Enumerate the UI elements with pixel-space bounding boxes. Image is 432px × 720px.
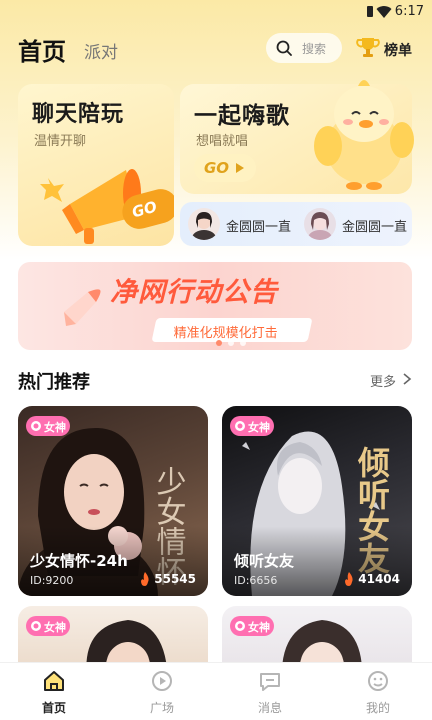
goddess-tag: 女神 xyxy=(230,616,274,636)
avatar xyxy=(304,208,336,240)
sing-go-label: GO xyxy=(204,159,230,177)
nav-messages[interactable]: 消息 xyxy=(216,663,324,720)
sing-card-subtitle: 想唱就唱 xyxy=(196,134,249,149)
more-link[interactable]: 更多 xyxy=(370,371,396,390)
chevron-right-icon[interactable] xyxy=(402,373,412,385)
live-room-name: 金圆圆一直 xyxy=(226,220,292,235)
live-room-name: 金圆圆一直 xyxy=(342,220,408,235)
goddess-tag: 女神 xyxy=(26,616,70,636)
profile-icon xyxy=(368,671,388,691)
pagination-dot xyxy=(240,340,246,346)
wifi-icon xyxy=(376,6,392,18)
room-name: 倾听女友 xyxy=(234,552,295,570)
tab-party[interactable]: 派对 xyxy=(84,38,118,63)
rank-label: 榜单 xyxy=(384,43,412,59)
chat-go-label: GO xyxy=(130,197,159,222)
tag-icon xyxy=(31,421,41,431)
room-heat: 55545 xyxy=(154,572,196,586)
nav-profile-label: 我的 xyxy=(365,701,390,715)
status-time: 6:17 xyxy=(394,4,424,19)
room-name: 少女情怀-24h xyxy=(30,552,128,570)
tag-label: 女神 xyxy=(248,621,270,634)
nav-messages-label: 消息 xyxy=(257,701,282,715)
room-id: ID:6656 xyxy=(234,574,278,587)
tag-label: 女神 xyxy=(44,421,66,434)
banner-title: 净网行动公告 xyxy=(110,277,278,308)
chat-card-subtitle: 温情开聊 xyxy=(34,134,87,149)
tag-label: 女神 xyxy=(248,421,270,434)
home-icon xyxy=(44,671,64,691)
chick-mascot-image xyxy=(314,80,414,190)
banner-subtitle-box: 精准化规模化打击 xyxy=(151,318,313,342)
banner-pagination xyxy=(216,340,256,346)
nav-home[interactable]: 首页 xyxy=(0,663,108,720)
nav-plaza-label: 广场 xyxy=(149,701,174,715)
goddess-tag: 女神 xyxy=(26,416,70,436)
room-heat: 41404 xyxy=(358,572,400,586)
tag-label: 女神 xyxy=(44,621,66,634)
announcement-banner[interactable]: 净网行动公告 精准化规模化打击 xyxy=(18,262,412,350)
nav-home-label: 首页 xyxy=(41,701,66,715)
search-icon xyxy=(276,40,292,56)
search-placeholder: 搜索 xyxy=(302,42,327,56)
pagination-dot-active xyxy=(216,340,222,346)
message-icon xyxy=(260,673,280,691)
live-rooms-strip: 金圆圆一直 金圆圆一直 xyxy=(180,202,412,246)
play-triangle-icon xyxy=(236,163,244,173)
room-card[interactable]: 少女情怀 女神 少女情怀-24h ID:9200 55545 xyxy=(18,406,208,596)
fire-icon xyxy=(141,572,149,586)
section-title: 热门推荐 xyxy=(18,372,90,393)
rocket-icon xyxy=(64,289,101,326)
sing-card[interactable]: 一起嗨歌 想唱就唱 GO xyxy=(180,80,414,194)
trophy-icon xyxy=(356,38,380,57)
chat-play-card[interactable]: 聊天陪玩 温情开聊 GO xyxy=(18,84,174,246)
nav-profile[interactable]: 我的 xyxy=(324,663,432,720)
tag-icon xyxy=(31,621,41,631)
goddess-tag: 女神 xyxy=(230,416,274,436)
fire-icon xyxy=(345,572,353,586)
chat-card-title: 聊天陪玩 xyxy=(32,102,125,127)
status-bar: 6:17 xyxy=(0,0,432,24)
avatar xyxy=(188,208,220,240)
sing-card-title: 一起嗨歌 xyxy=(194,103,290,129)
sing-go-button[interactable]: GO xyxy=(194,154,256,182)
plaza-icon xyxy=(152,671,172,691)
banner-subtitle: 精准化规模化打击 xyxy=(173,326,278,341)
search-box[interactable]: 搜索 xyxy=(266,33,342,63)
room-id: ID:9200 xyxy=(30,574,74,587)
tab-home[interactable]: 首页 xyxy=(18,32,66,67)
tag-icon xyxy=(235,621,245,631)
top-header: 首页 派对 搜索 榜单 xyxy=(0,28,432,68)
pagination-dot xyxy=(228,340,234,346)
battery-icon xyxy=(367,6,373,17)
tag-icon xyxy=(235,421,245,431)
room-card[interactable]: 倾听女友 女神 倾听女友 ID:6656 41404 xyxy=(222,406,412,596)
bottom-nav: 首页 广场 消息 我的 xyxy=(0,662,432,720)
nav-plaza[interactable]: 广场 xyxy=(108,663,216,720)
